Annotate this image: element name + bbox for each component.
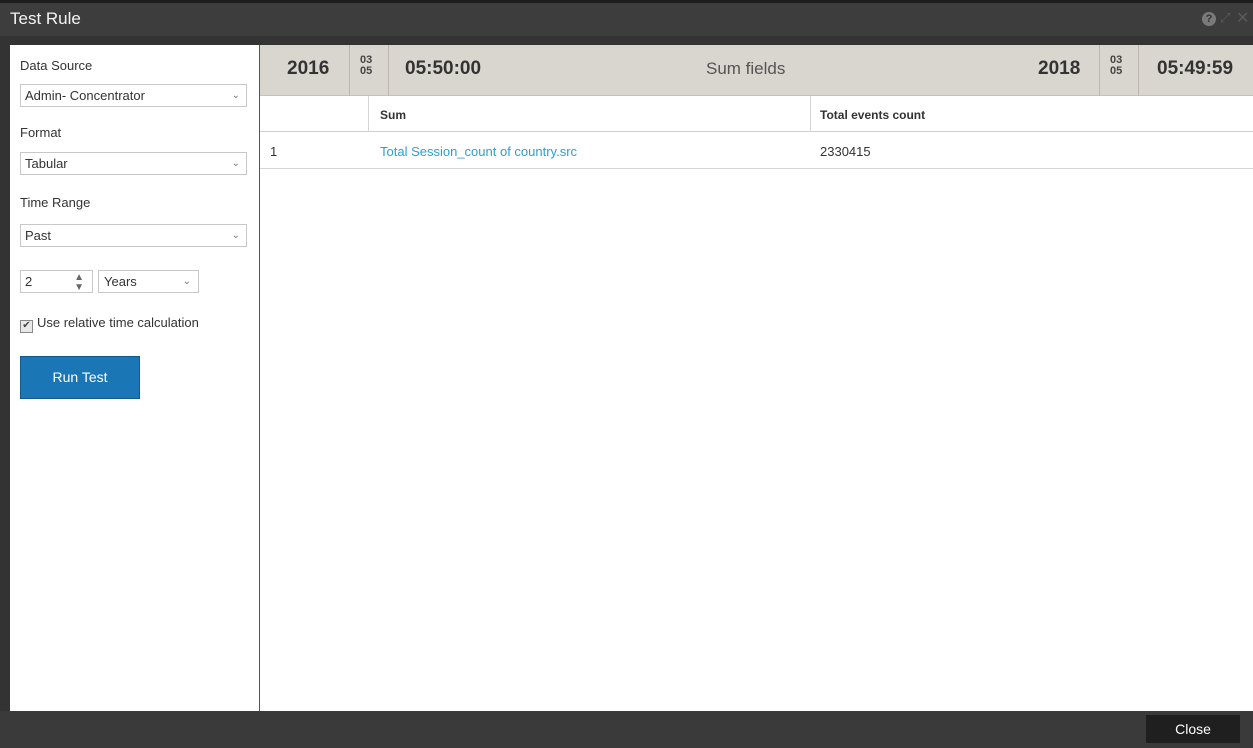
time-range-select[interactable]: Past ⌄ xyxy=(20,224,247,247)
chevron-down-icon: ⌄ xyxy=(231,90,240,101)
column-divider xyxy=(810,96,811,132)
data-source-value: Admin- Concentrator xyxy=(25,88,145,103)
end-year: 2018 xyxy=(1038,58,1081,79)
relative-time-option[interactable]: ✔ Use relative time calculation xyxy=(20,315,199,333)
divider xyxy=(388,45,389,96)
time-range-label: Time Range xyxy=(20,195,91,210)
dialog-body: Data Source Admin- Concentrator ⌄ Format… xyxy=(10,45,1253,711)
format-value: Tabular xyxy=(25,156,68,171)
column-divider xyxy=(368,96,369,132)
start-year: 2016 xyxy=(287,58,330,79)
help-icon[interactable]: ? xyxy=(1202,12,1216,26)
chevron-down-icon: ⌄ xyxy=(231,158,240,169)
results-title: Sum fields xyxy=(706,59,786,78)
sum-field-link[interactable]: Total Session_count of country.src xyxy=(380,144,577,159)
expand-icon[interactable]: ⤢ xyxy=(1220,10,1230,26)
dialog-footer: Close xyxy=(0,711,1253,748)
column-header-total-events[interactable]: Total events count xyxy=(820,108,925,122)
results-table-header: Sum Total events count xyxy=(260,96,1253,132)
close-button[interactable]: Close xyxy=(1146,715,1240,743)
end-time: 05:49:59 xyxy=(1157,58,1234,79)
end-month-day: 03 05 xyxy=(1110,55,1122,77)
unit-select[interactable]: Years ⌄ xyxy=(98,270,199,293)
start-day: 05 xyxy=(360,65,373,77)
results-panel: 2016 03 05 05:50:00 Sum fields 2018 03 0… xyxy=(260,45,1253,711)
chevron-down-icon: ⌄ xyxy=(231,230,240,241)
start-time: 05:50:00 xyxy=(405,58,482,79)
relative-time-label: Use relative time calculation xyxy=(37,315,199,330)
chevron-down-icon: ⌄ xyxy=(182,276,191,287)
time-range-bar: 2016 03 05 05:50:00 Sum fields 2018 03 0… xyxy=(260,45,1253,96)
table-row[interactable]: 1 Total Session_count of country.src 233… xyxy=(260,132,1253,169)
settings-panel: Data Source Admin- Concentrator ⌄ Format… xyxy=(10,45,260,711)
stepper-arrows-icon[interactable]: ▲ ▼ xyxy=(74,271,84,293)
column-header-sum[interactable]: Sum xyxy=(380,108,406,122)
amount-stepper[interactable]: 2 ▲ ▼ xyxy=(20,270,93,293)
time-range-value: Past xyxy=(25,228,52,243)
row-index: 1 xyxy=(270,144,278,159)
close-icon[interactable]: ✕ xyxy=(1236,8,1249,28)
dialog-titlebar: Test Rule ? ⤢ ✕ xyxy=(0,0,1253,36)
run-test-button[interactable]: Run Test xyxy=(20,356,140,399)
format-select[interactable]: Tabular ⌄ xyxy=(20,152,247,175)
amount-value: 2 xyxy=(25,274,33,289)
format-label: Format xyxy=(20,125,62,140)
end-day: 05 xyxy=(1110,65,1123,77)
start-month-day: 03 05 xyxy=(360,55,372,77)
test-rule-dialog: Test Rule ? ⤢ ✕ Data Source Admin- Conce… xyxy=(0,0,1253,748)
dialog-title: Test Rule xyxy=(10,9,81,28)
divider xyxy=(1138,45,1139,96)
unit-value: Years xyxy=(104,274,137,289)
total-events-count: 2330415 xyxy=(820,144,871,159)
data-source-select[interactable]: Admin- Concentrator ⌄ xyxy=(20,84,247,107)
data-source-label: Data Source xyxy=(20,58,93,73)
relative-time-checkbox[interactable]: ✔ xyxy=(20,320,33,333)
divider xyxy=(349,45,350,96)
divider xyxy=(1099,45,1100,96)
